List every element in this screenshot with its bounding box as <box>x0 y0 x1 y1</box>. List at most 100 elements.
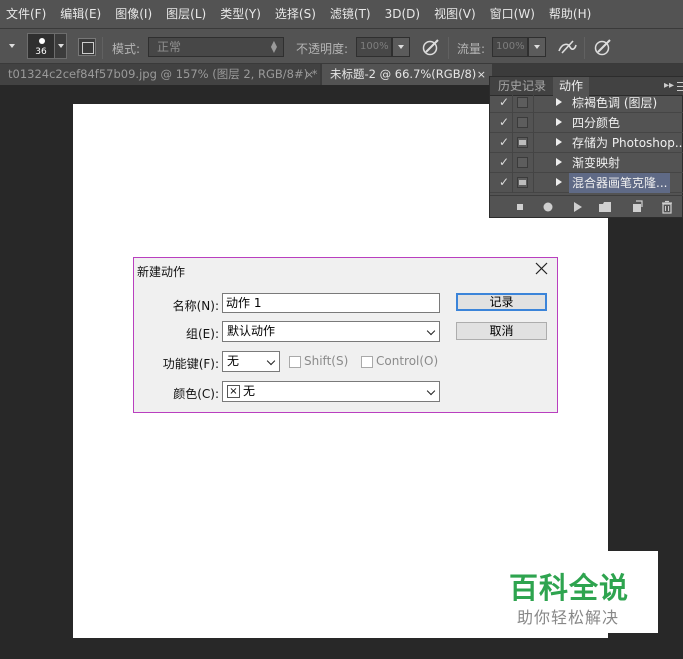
watermark-title: 百科全说 <box>509 571 630 605</box>
updown-icon: ▲ ▼ <box>270 39 277 54</box>
menu-view[interactable]: 视图(V) <box>427 0 483 28</box>
divider <box>102 37 103 59</box>
menu-layer[interactable]: 图层(L) <box>159 0 213 28</box>
menubar: 文件(F) 编辑(E) 图像(I) 图层(L) 类型(Y) 选择(S) 滤镜(T… <box>0 0 683 28</box>
document-tab[interactable]: t01324c2cef84f57b09.jpg @ 157% (图层 2, RG… <box>0 64 320 85</box>
dialog-toggle-icon[interactable] <box>517 117 528 128</box>
chevron-down-icon <box>266 356 276 366</box>
action-name: 四分颜色 <box>572 116 621 130</box>
menu-select[interactable]: 选择(S) <box>268 0 323 28</box>
panel-footer <box>490 195 683 217</box>
flow-label: 流量: <box>457 42 486 56</box>
action-row[interactable]: ✓ 渐变映射 <box>490 153 683 173</box>
divider <box>533 153 534 173</box>
expand-arrow-icon[interactable] <box>556 138 562 146</box>
action-row-selected[interactable]: ✓ 混合器画笔克隆... <box>490 173 683 193</box>
function-key-select[interactable]: 无 <box>222 351 280 372</box>
close-icon[interactable]: × <box>305 64 314 85</box>
divider <box>533 93 534 113</box>
brush-preset-picker[interactable]: 36 <box>27 33 55 59</box>
airbrush-icon[interactable] <box>556 37 578 57</box>
divider <box>533 113 534 133</box>
menu-3d[interactable]: 3D(D) <box>378 0 427 28</box>
menu-type[interactable]: 类型(Y) <box>213 0 268 28</box>
function-key-label: 功能键(F): <box>162 357 219 371</box>
action-name: 渐变映射 <box>572 156 621 170</box>
new-action-icon[interactable] <box>630 200 644 214</box>
options-bar: 36 模式: 正常 ▲ ▼ 不透明度: 100% 流量: 100% <box>0 28 683 64</box>
check-icon[interactable]: ✓ <box>499 115 509 129</box>
stop-icon[interactable] <box>513 200 527 214</box>
control-label: Control(O) <box>376 354 439 368</box>
brush-size: 36 <box>35 47 47 57</box>
flow-input[interactable]: 100% <box>492 37 528 57</box>
opacity-dropdown-button[interactable] <box>392 37 410 57</box>
tool-preset-arrow-icon[interactable] <box>9 44 15 48</box>
menu-file[interactable]: 文件(F) <box>0 0 53 28</box>
color-select[interactable]: × 无 <box>222 381 440 402</box>
action-name: 棕褐色调 (图层) <box>572 96 658 110</box>
function-key-value: 无 <box>227 354 240 368</box>
brush-tip-icon <box>39 38 45 44</box>
menu-help[interactable]: 帮助(H) <box>542 0 598 28</box>
color-value: 无 <box>243 384 256 398</box>
mode-select[interactable]: 正常 ▲ ▼ <box>148 37 284 57</box>
dialog-toggle-icon[interactable] <box>517 157 528 168</box>
group-select[interactable]: 默认动作 <box>222 321 440 342</box>
dialog-title: 新建动作 <box>137 265 186 279</box>
record-button[interactable]: 记录 <box>456 293 547 311</box>
menu-window[interactable]: 窗口(W) <box>483 0 542 28</box>
expand-arrow-icon[interactable] <box>556 158 562 166</box>
dialog-toggle-icon[interactable] <box>517 177 528 188</box>
menu-filter[interactable]: 滤镜(T) <box>323 0 378 28</box>
close-icon[interactable] <box>535 262 548 275</box>
color-label: 颜色(C): <box>173 387 219 401</box>
trash-icon[interactable] <box>660 200 674 214</box>
shift-label: Shift(S) <box>304 354 349 368</box>
play-icon[interactable] <box>570 200 584 214</box>
action-row[interactable]: ✓ 棕褐色调 (图层) <box>490 93 683 113</box>
brush-panel-toggle-icon[interactable] <box>78 38 96 56</box>
check-icon[interactable]: ✓ <box>499 95 509 109</box>
expand-arrow-icon[interactable] <box>556 178 562 186</box>
brush-dropdown-button[interactable] <box>55 33 67 59</box>
document-tab-title: t01324c2cef84f57b09.jpg @ 157% (图层 2, RG… <box>8 67 318 81</box>
name-label: 名称(N): <box>172 299 219 313</box>
document-tab-title: 未标题-2 @ 66.7%(RGB/8) <box>330 67 477 81</box>
check-icon[interactable]: ✓ <box>499 155 509 169</box>
record-icon[interactable] <box>541 200 555 214</box>
dialog-toggle-icon[interactable] <box>517 97 528 108</box>
folder-icon[interactable] <box>598 200 612 214</box>
action-row[interactable]: ✓ 存储为 Photoshop... <box>490 133 683 153</box>
divider <box>512 153 513 173</box>
group-value: 默认动作 <box>227 324 276 338</box>
group-label: 组(E): <box>186 327 219 341</box>
pressure-size-icon[interactable] <box>592 37 614 57</box>
name-input[interactable]: 动作 1 <box>222 293 440 313</box>
action-row[interactable]: ✓ 四分颜色 <box>490 113 683 133</box>
panel-menu-icon[interactable] <box>677 82 683 91</box>
menu-image[interactable]: 图像(I) <box>108 0 159 28</box>
dialog-toggle-icon[interactable] <box>517 137 528 148</box>
chevron-down-icon <box>426 326 436 336</box>
divider <box>512 113 513 133</box>
opacity-label: 不透明度: <box>296 42 349 56</box>
cancel-button[interactable]: 取消 <box>456 322 547 340</box>
action-name: 存储为 Photoshop... <box>572 136 683 150</box>
document-tab-active[interactable]: 未标题-2 @ 66.7%(RGB/8) × <box>322 64 492 85</box>
expand-arrow-icon[interactable] <box>556 98 562 106</box>
expand-arrow-icon[interactable] <box>556 118 562 126</box>
divider <box>512 133 513 153</box>
divider <box>584 37 585 59</box>
shift-checkbox[interactable] <box>289 356 301 368</box>
check-icon[interactable]: ✓ <box>499 135 509 149</box>
control-checkbox[interactable] <box>361 356 373 368</box>
menu-edit[interactable]: 编辑(E) <box>53 0 108 28</box>
chevron-down-icon <box>426 386 436 396</box>
flow-dropdown-button[interactable] <box>528 37 546 57</box>
close-icon[interactable]: × <box>477 64 486 85</box>
actions-panel: 历史记录 动作 ▸▸ ✓ 棕褐色调 (图层) ✓ 四分颜色 ✓ 存储为 Phot… <box>489 76 683 218</box>
check-icon[interactable]: ✓ <box>499 175 509 189</box>
pressure-opacity-icon[interactable] <box>420 37 442 57</box>
opacity-input[interactable]: 100% <box>356 37 392 57</box>
